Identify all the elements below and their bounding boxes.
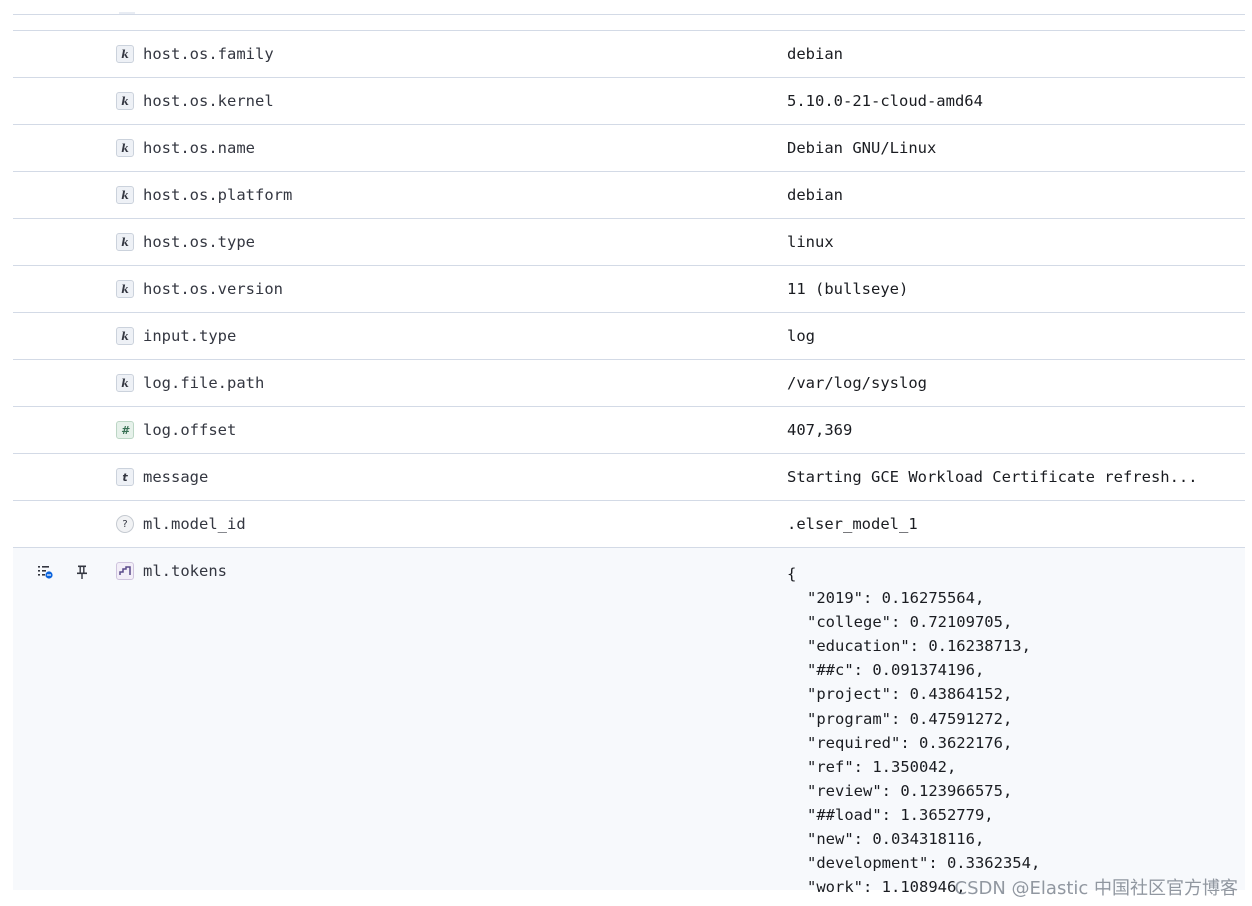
table-row[interactable]: k host.os.family debian bbox=[13, 31, 1245, 78]
field-name[interactable]: host.os.name bbox=[143, 139, 255, 157]
keyword-type-icon: k bbox=[116, 374, 134, 392]
field-value: log bbox=[787, 327, 815, 345]
field-value: Debian GNU/Linux bbox=[787, 139, 937, 157]
table-row[interactable]: k host.os.name Debian GNU/Linux bbox=[13, 125, 1245, 172]
json-line: "education": 0.16238713, bbox=[807, 637, 1031, 656]
table-row-ml-tokens[interactable]: ml.tokens { "2019": 0.16275564, "college":… bbox=[13, 548, 1245, 896]
field-name-cell: k input.type bbox=[116, 326, 236, 346]
table-row[interactable]: k host.os.type linux bbox=[13, 219, 1245, 266]
field-name-cell: k host.os.version bbox=[116, 279, 283, 299]
table-row[interactable]: # log.offset 407,369 bbox=[13, 407, 1245, 454]
field-name-cell: ml.tokens bbox=[116, 561, 227, 581]
json-line: "##load": 1.3652779, bbox=[807, 805, 994, 824]
keyword-type-icon: k bbox=[116, 139, 134, 157]
json-line: "required": 0.3622176, bbox=[807, 733, 1013, 752]
field-name-cell: ? ml.model_id bbox=[116, 514, 246, 534]
table-row[interactable]: k host.os.kernel 5.10.0-21-cloud-amd64 bbox=[13, 78, 1245, 125]
pin-icon[interactable] bbox=[74, 564, 90, 580]
number-type-icon: # bbox=[116, 421, 134, 439]
field-value: 407,369 bbox=[787, 421, 853, 439]
field-name-cell: k host.os.family bbox=[116, 44, 274, 64]
previous-row-fragment bbox=[119, 12, 135, 14]
json-line: "new": 0.034318116, bbox=[807, 830, 985, 849]
keyword-type-icon: k bbox=[116, 233, 134, 251]
table-row[interactable]: k host.os.version 11 (bullseye) bbox=[13, 266, 1245, 313]
field-name[interactable]: log.file.path bbox=[143, 374, 264, 392]
field-name-cell: k log.file.path bbox=[116, 373, 264, 393]
json-line: "development": 0.3362354, bbox=[807, 854, 1041, 873]
toggle-column-icon[interactable] bbox=[37, 564, 53, 580]
field-name[interactable]: host.os.type bbox=[143, 233, 255, 251]
field-rows: k host.os.family debian k host.os.kernel 5.10… bbox=[13, 31, 1245, 548]
field-value: Starting GCE Workload Certificate refres… bbox=[787, 468, 1198, 486]
table-row[interactable]: k input.type log bbox=[13, 313, 1245, 360]
row-actions bbox=[37, 564, 90, 580]
json-line: { bbox=[787, 565, 797, 583]
field-value: /var/log/syslog bbox=[787, 374, 927, 392]
json-line: "college": 0.72109705, bbox=[807, 613, 1013, 632]
json-line: "ref": 1.350042, bbox=[807, 757, 957, 776]
field-name-cell: # log.offset bbox=[116, 420, 236, 440]
table-row[interactable]: k host.os.platform debian bbox=[13, 172, 1245, 219]
table-row[interactable]: ? ml.model_id .elser_model_1 bbox=[13, 501, 1245, 548]
keyword-type-icon: k bbox=[116, 280, 134, 298]
field-name[interactable]: message bbox=[143, 468, 208, 486]
field-name[interactable]: host.os.family bbox=[143, 45, 274, 63]
json-line: "project": 0.43864152, bbox=[807, 685, 1013, 704]
field-value: debian bbox=[787, 186, 843, 204]
field-name-cell: k host.os.type bbox=[116, 232, 255, 252]
field-value: debian bbox=[787, 45, 843, 63]
field-name[interactable]: ml.model_id bbox=[143, 515, 246, 533]
field-name[interactable]: host.os.kernel bbox=[143, 92, 274, 110]
table-row[interactable]: k log.file.path/var/log/syslog bbox=[13, 360, 1245, 407]
table-top-edge bbox=[13, 0, 1245, 15]
json-line: "review": 0.123966575, bbox=[807, 781, 1013, 800]
field-name[interactable]: input.type bbox=[143, 327, 236, 345]
field-name[interactable]: host.os.platform bbox=[143, 186, 292, 204]
field-value: .elser_model_1 bbox=[787, 515, 918, 533]
field-name[interactable]: host.os.version bbox=[143, 280, 283, 298]
field-name-cell: k host.os.platform bbox=[116, 185, 292, 205]
field-value-json: { "2019": 0.16275564, "college": 0.7210970… bbox=[787, 562, 1040, 899]
json-line: "program": 0.47591272, bbox=[807, 709, 1013, 728]
field-name-cell: t message bbox=[116, 467, 208, 487]
field-name-cell: k host.os.name bbox=[116, 138, 255, 158]
json-line: "2019": 0.16275564, bbox=[807, 589, 985, 608]
table-row[interactable]: t message Starting GCE Workload Certificat… bbox=[13, 454, 1245, 501]
field-value: 5.10.0-21-cloud-amd64 bbox=[787, 92, 983, 110]
field-value: linux bbox=[787, 233, 834, 251]
document-fields-table: k host.os.family debian k host.os.kernel 5.10… bbox=[13, 0, 1245, 896]
row-spacer bbox=[13, 15, 1245, 31]
field-name[interactable]: log.offset bbox=[143, 421, 236, 439]
text-type-icon: t bbox=[116, 468, 134, 486]
rank-features-type-icon bbox=[116, 562, 134, 580]
field-value: 11 (bullseye) bbox=[787, 280, 909, 298]
field-name[interactable]: ml.tokens bbox=[143, 562, 227, 580]
unknown-type-icon: ? bbox=[116, 515, 134, 533]
keyword-type-icon: k bbox=[116, 45, 134, 63]
watermark: CSDN @Elastic 中国社区官方博客 bbox=[954, 878, 1239, 899]
json-line: "##c": 0.091374196, bbox=[807, 661, 985, 680]
keyword-type-icon: k bbox=[116, 92, 134, 110]
keyword-type-icon: k bbox=[116, 186, 134, 204]
keyword-type-icon: k bbox=[116, 327, 134, 345]
field-name-cell: k host.os.kernel bbox=[116, 91, 274, 111]
